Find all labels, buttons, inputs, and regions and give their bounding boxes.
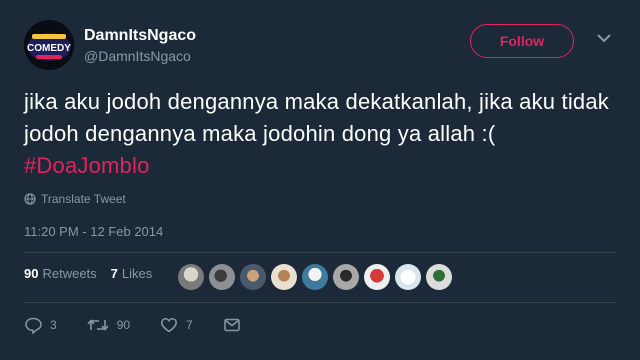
liker-avatar[interactable]	[364, 264, 390, 290]
tweet-actions: 3 90 7	[24, 316, 279, 334]
liker-avatar[interactable]	[271, 264, 297, 290]
divider	[24, 252, 616, 253]
user-names: DamnItsNgaco @DamnItsNgaco	[84, 26, 196, 66]
liker-avatar[interactable]	[240, 264, 266, 290]
liker-avatars	[178, 264, 457, 290]
retweet-icon	[87, 319, 109, 331]
retweet-count: 90	[116, 318, 131, 332]
chevron-down-icon[interactable]	[596, 32, 612, 44]
tweet-stats: 90 Retweets 7 Likes	[24, 266, 166, 281]
reply-icon	[25, 317, 42, 334]
liker-avatar[interactable]	[178, 264, 204, 290]
liker-avatar[interactable]	[302, 264, 328, 290]
avatar-logo-text: COMEDY	[27, 43, 71, 54]
comedy-logo-icon: COMEDY	[24, 20, 74, 70]
user-handle[interactable]: @DamnItsNgaco	[84, 46, 196, 66]
translate-tweet-link[interactable]: Translate Tweet	[24, 192, 126, 206]
retweets-label: Retweets	[42, 266, 97, 281]
likes-stat[interactable]: 7 Likes	[111, 266, 153, 281]
tweet-header: COMEDY DamnItsNgaco @DamnItsNgaco Follow	[24, 20, 616, 72]
retweets-stat[interactable]: 90 Retweets	[24, 266, 97, 281]
direct-message-button[interactable]	[223, 316, 249, 334]
likes-count: 7	[110, 266, 118, 281]
likes-label: Likes	[121, 266, 153, 281]
display-name[interactable]: DamnItsNgaco	[84, 26, 196, 46]
like-count: 7	[186, 318, 193, 332]
tweet-body: jika aku jodoh dengannya maka dekatkanla…	[24, 89, 610, 146]
reply-count: 3	[50, 318, 57, 332]
retweet-button[interactable]: 90	[87, 316, 130, 334]
translate-label: Translate Tweet	[41, 192, 126, 206]
liker-avatar[interactable]	[426, 264, 452, 290]
like-button[interactable]: 7	[160, 316, 193, 334]
hashtag-link[interactable]: #DoaJomblo	[24, 153, 150, 178]
divider	[24, 302, 616, 303]
liker-avatar[interactable]	[333, 264, 359, 290]
tweet-text: jika aku jodoh dengannya maka dekatkanla…	[24, 86, 624, 182]
globe-icon	[24, 193, 36, 205]
heart-icon	[161, 318, 177, 333]
liker-avatar[interactable]	[209, 264, 235, 290]
tweet-timestamp[interactable]: 11:20 PM - 12 Feb 2014	[24, 224, 163, 239]
liker-avatar[interactable]	[395, 264, 421, 290]
follow-button[interactable]: Follow	[470, 24, 574, 58]
avatar[interactable]: COMEDY	[24, 20, 74, 70]
retweets-count: 90	[24, 266, 39, 281]
message-icon	[223, 318, 240, 332]
reply-button[interactable]: 3	[24, 316, 57, 334]
